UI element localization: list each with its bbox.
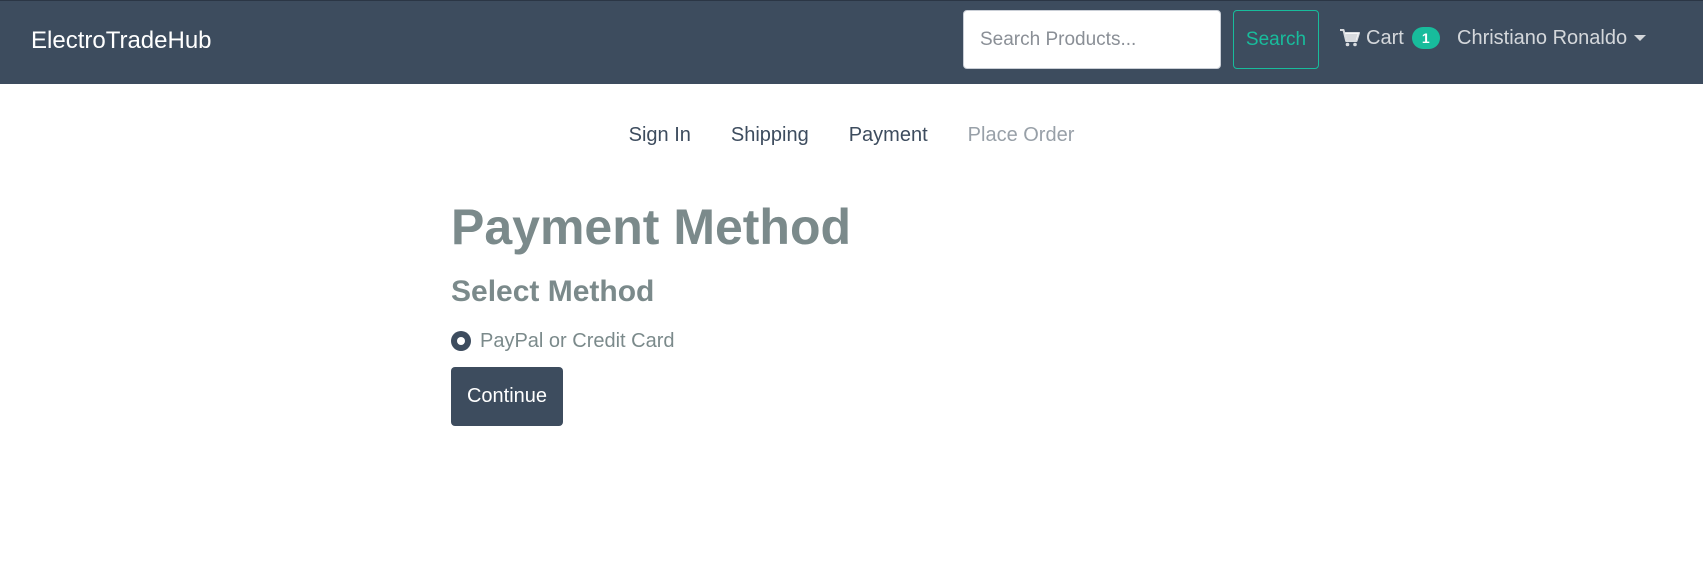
- page-title: Payment Method: [451, 199, 852, 255]
- search-button[interactable]: Search: [1233, 10, 1319, 69]
- radio-checked-icon[interactable]: [451, 331, 471, 351]
- navbar: ElectroTradeHub Search Cart 1 Christiano…: [0, 0, 1703, 84]
- payment-option-label: PayPal or Credit Card: [480, 329, 675, 352]
- shopping-cart-icon: [1340, 29, 1366, 47]
- user-dropdown-toggle[interactable]: Christiano Ronaldo: [1457, 23, 1647, 53]
- section-title: Select Method: [451, 275, 655, 308]
- step-shipping[interactable]: Shipping: [711, 122, 829, 148]
- checkout-steps: Sign In Shipping Payment Place Order: [0, 122, 1703, 148]
- search-input[interactable]: [963, 10, 1221, 69]
- cart-label: Cart: [1366, 26, 1404, 49]
- user-name: Christiano Ronaldo: [1457, 26, 1628, 49]
- step-place-order: Place Order: [967, 124, 1075, 146]
- payment-form-container: Payment Method Select Method PayPal or C…: [451, 195, 1251, 426]
- cart-count-badge: 1: [1411, 27, 1440, 49]
- payment-option-paypal[interactable]: PayPal or Credit Card: [451, 327, 1251, 355]
- caret-down-icon: [1634, 35, 1647, 41]
- brand-logo-link[interactable]: ElectroTradeHub: [31, 25, 212, 57]
- step-sign-in[interactable]: Sign In: [609, 122, 711, 148]
- step-payment[interactable]: Payment: [829, 122, 948, 148]
- continue-button[interactable]: Continue: [451, 367, 563, 426]
- cart-link[interactable]: Cart 1: [1340, 23, 1440, 53]
